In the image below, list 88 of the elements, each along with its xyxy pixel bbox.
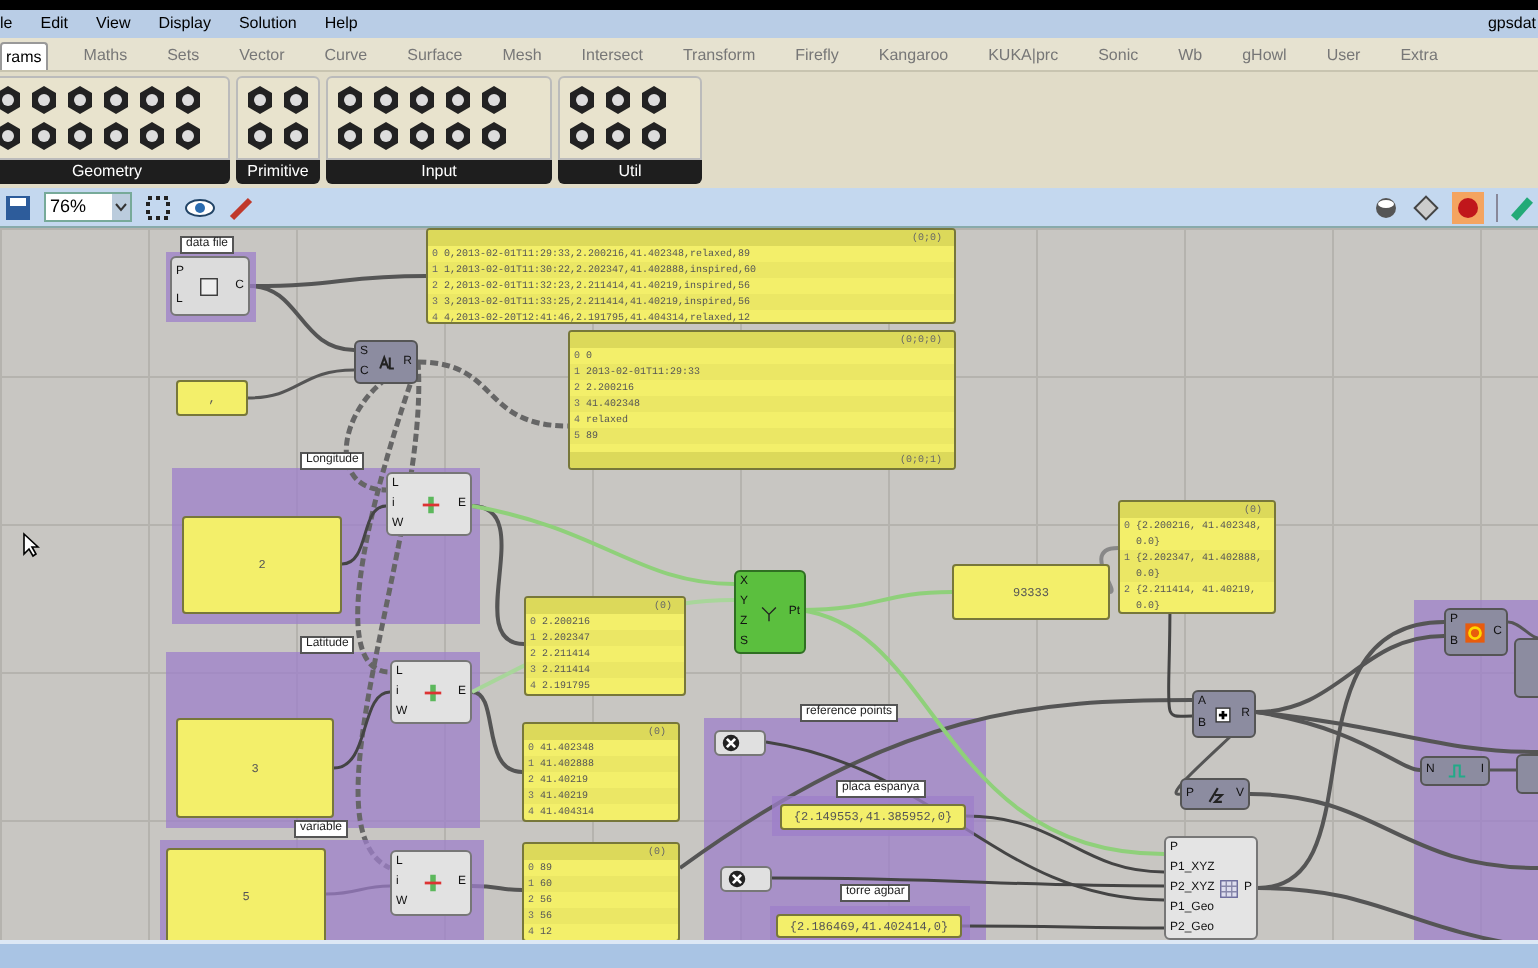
data-panel[interactable] bbox=[426, 228, 956, 324]
ribbon-tab[interactable]: User bbox=[1322, 42, 1365, 70]
component-icon[interactable] bbox=[100, 84, 132, 116]
dropdown-caret-icon bbox=[112, 194, 130, 220]
component-icon[interactable] bbox=[442, 84, 474, 116]
ribbon-tab[interactable]: Wb bbox=[1174, 42, 1207, 70]
ribbon-tab[interactable]: Kangaroo bbox=[874, 42, 953, 70]
menu-item[interactable]: View bbox=[96, 12, 131, 36]
node-component-icon bbox=[1446, 760, 1469, 782]
component-icon[interactable] bbox=[566, 120, 598, 152]
point-component-icon bbox=[720, 732, 742, 754]
ribbon-tab[interactable]: Extra bbox=[1396, 42, 1442, 70]
ribbon-group-bar[interactable]: Geometry bbox=[0, 160, 230, 184]
component-icon[interactable] bbox=[478, 84, 510, 116]
circle-component-icon bbox=[1464, 621, 1487, 643]
component-icon[interactable] bbox=[280, 120, 312, 152]
ribbon-tab[interactable]: gHowl bbox=[1238, 42, 1291, 70]
addition-component-icon bbox=[1212, 703, 1235, 725]
component-icon[interactable] bbox=[334, 84, 366, 116]
component-icon[interactable] bbox=[172, 84, 204, 116]
component-icon[interactable] bbox=[136, 84, 168, 116]
component-icon[interactable] bbox=[478, 120, 510, 152]
ribbon-group-label: Geometry bbox=[71, 160, 143, 184]
ribbon-tab[interactable]: Sonic bbox=[1094, 42, 1143, 70]
custom-component-icon bbox=[1218, 877, 1241, 899]
ribbon-tab[interactable]: Firefly bbox=[791, 42, 843, 70]
component-node[interactable] bbox=[720, 866, 772, 892]
component-icon[interactable] bbox=[406, 120, 438, 152]
ribbon-tab[interactable]: KUKA|prc bbox=[984, 42, 1063, 70]
component-icon[interactable] bbox=[244, 84, 276, 116]
cursor-icon bbox=[22, 532, 40, 558]
ribbon-tab[interactable]: Surface bbox=[403, 42, 467, 70]
component-icon[interactable] bbox=[638, 120, 670, 152]
document-title: gpsdat bbox=[1487, 12, 1536, 36]
ribbon-group-bar[interactable]: Input bbox=[326, 160, 552, 184]
component-icon[interactable] bbox=[638, 84, 670, 116]
ribbon-tab[interactable]: Mesh bbox=[498, 42, 546, 70]
ribbon-group-bar[interactable]: Util bbox=[558, 160, 702, 184]
ribbon-tab[interactable]: Intersect bbox=[577, 42, 647, 70]
save-icon[interactable] bbox=[4, 193, 32, 221]
component-icon[interactable] bbox=[334, 120, 366, 152]
component-node[interactable] bbox=[714, 730, 766, 756]
ribbon-group-label: Util bbox=[618, 160, 642, 184]
point-component-icon bbox=[726, 868, 748, 890]
component-icon[interactable] bbox=[136, 120, 168, 152]
item-component-icon bbox=[419, 493, 442, 515]
menu-item[interactable]: le bbox=[0, 12, 13, 36]
ribbon-tab[interactable]: Curve bbox=[320, 42, 372, 70]
component-icon[interactable] bbox=[442, 120, 474, 152]
zoom-extents-icon[interactable] bbox=[144, 193, 172, 221]
component-icon[interactable] bbox=[28, 120, 60, 152]
component-icon[interactable] bbox=[280, 84, 312, 116]
ribbon-tab[interactable]: Sets bbox=[163, 42, 204, 70]
menu-item[interactable]: Help bbox=[324, 12, 358, 36]
item-component-icon bbox=[421, 872, 444, 894]
menu-item[interactable]: Edit bbox=[40, 12, 69, 36]
eye-icon[interactable] bbox=[184, 195, 216, 219]
ribbon-group-label: Primitive bbox=[247, 160, 309, 184]
preview-icon[interactable] bbox=[1372, 193, 1400, 221]
item-component-icon bbox=[421, 681, 444, 703]
zoom-dropdown[interactable]: 76% bbox=[44, 192, 132, 222]
xyz-component-icon bbox=[757, 601, 780, 623]
shaded-preview-icon[interactable] bbox=[1452, 191, 1484, 223]
component-icon[interactable] bbox=[64, 120, 96, 152]
component-icon[interactable] bbox=[370, 84, 402, 116]
component-icon[interactable] bbox=[602, 84, 634, 116]
ribbon-tab[interactable]: Vector bbox=[235, 42, 289, 70]
menu-item[interactable]: Display bbox=[158, 12, 211, 36]
component-icon[interactable] bbox=[64, 84, 96, 116]
ribbon-tab[interactable]: rams bbox=[0, 42, 48, 70]
component-icon[interactable] bbox=[566, 84, 598, 116]
file-component-icon bbox=[198, 275, 221, 297]
component-icon[interactable] bbox=[406, 84, 438, 116]
ribbon-tab[interactable]: Transform bbox=[678, 42, 760, 70]
component-icon[interactable] bbox=[100, 120, 132, 152]
split-component-icon bbox=[375, 351, 397, 373]
ribbon-tab[interactable]: Maths bbox=[79, 42, 132, 70]
component-icon[interactable] bbox=[28, 84, 60, 116]
menu-item[interactable]: Solution bbox=[238, 12, 297, 36]
component-icon[interactable] bbox=[172, 120, 204, 152]
ribbon-group-label: Input bbox=[421, 160, 457, 184]
ribbon-group-bar[interactable]: Primitive bbox=[236, 160, 320, 184]
deconstruct-component-icon bbox=[1204, 783, 1226, 805]
component-icon[interactable] bbox=[370, 120, 402, 152]
component-icon[interactable] bbox=[244, 120, 276, 152]
component-icon[interactable] bbox=[602, 120, 634, 152]
component-icon[interactable] bbox=[0, 120, 24, 152]
component-icon[interactable] bbox=[0, 84, 24, 116]
